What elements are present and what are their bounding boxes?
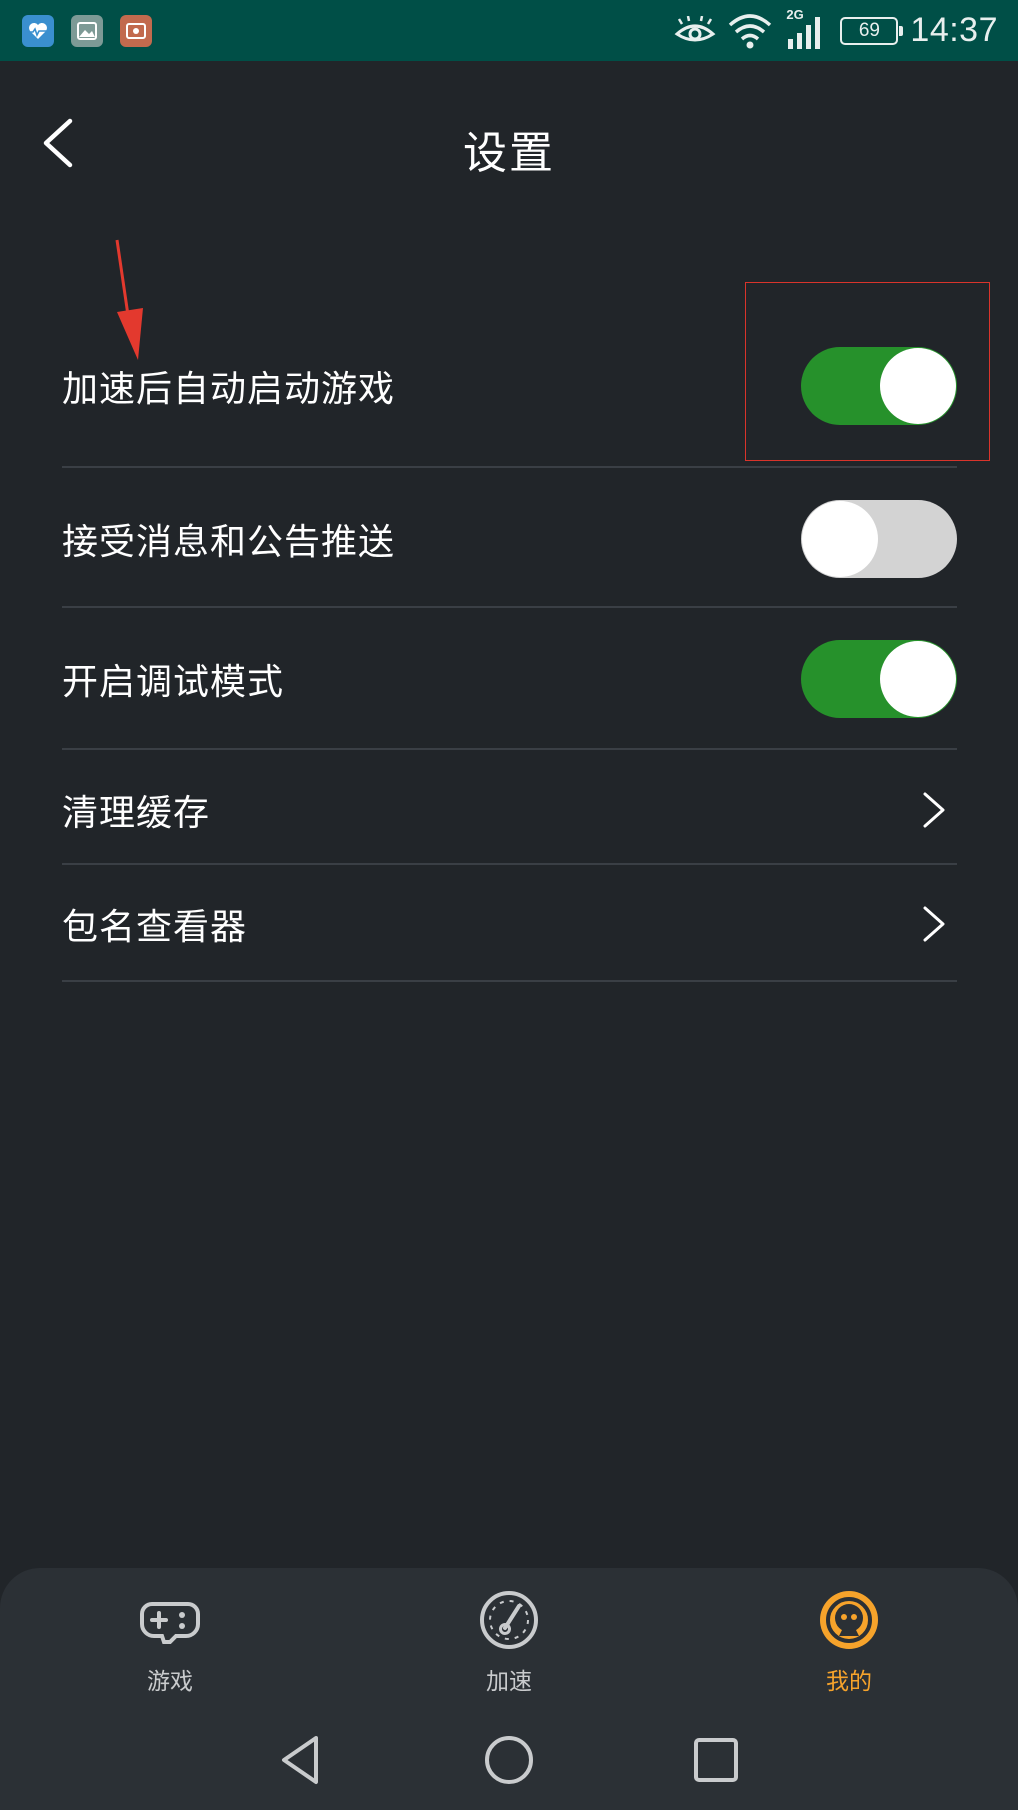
toggle-knob bbox=[880, 348, 956, 424]
tab-accelerate[interactable]: 加速 bbox=[429, 1588, 589, 1698]
gallery-app-icon bbox=[71, 14, 103, 47]
tab-label: 游戏 bbox=[147, 1669, 193, 1695]
setting-label: 加速后自动启动游戏 bbox=[62, 369, 396, 410]
speedometer-icon bbox=[480, 1591, 538, 1649]
setting-debug-mode: 开启调试模式 bbox=[62, 640, 957, 718]
setting-push-notifications: 接受消息和公告推送 bbox=[62, 500, 957, 578]
system-status: 2G 69 14:37 bbox=[674, 7, 998, 51]
battery-level: 69 bbox=[858, 19, 880, 41]
divider bbox=[62, 748, 957, 750]
auto-launch-toggle[interactable] bbox=[801, 347, 957, 425]
nav-home-icon[interactable] bbox=[481, 1732, 537, 1788]
setting-clear-cache[interactable]: 清理缓存 bbox=[62, 774, 957, 846]
toggle-knob bbox=[802, 501, 878, 577]
page-title: 设置 bbox=[463, 128, 555, 179]
wifi-icon bbox=[729, 13, 772, 48]
divider bbox=[62, 606, 957, 608]
battery-indicator: 69 bbox=[840, 16, 904, 45]
bottom-tab-bar: 游戏 加速 我的 bbox=[0, 1568, 1018, 1708]
health-app-icon bbox=[22, 14, 54, 47]
screen-recorder-icon bbox=[120, 14, 152, 47]
chevron-right-icon bbox=[923, 792, 945, 828]
divider bbox=[62, 466, 957, 468]
eye-comfort-icon bbox=[674, 15, 716, 41]
debug-mode-toggle[interactable] bbox=[801, 640, 957, 718]
tab-mine[interactable]: 我的 bbox=[769, 1588, 929, 1698]
setting-label: 开启调试模式 bbox=[62, 662, 285, 703]
setting-package-viewer[interactable]: 包名查看器 bbox=[62, 888, 957, 960]
profile-icon bbox=[820, 1591, 878, 1649]
header: 设置 bbox=[0, 61, 1018, 231]
divider bbox=[62, 863, 957, 865]
nav-recents-icon[interactable] bbox=[688, 1732, 744, 1788]
divider bbox=[62, 980, 957, 982]
cellular-signal: 2G bbox=[784, 7, 828, 51]
chevron-right-icon bbox=[923, 906, 945, 942]
setting-label: 包名查看器 bbox=[62, 907, 248, 948]
clock: 14:37 bbox=[910, 11, 998, 49]
tab-label: 我的 bbox=[826, 1669, 872, 1695]
tab-games[interactable]: 游戏 bbox=[90, 1588, 250, 1698]
system-nav-bar bbox=[0, 1708, 1018, 1810]
setting-label: 接受消息和公告推送 bbox=[62, 522, 396, 563]
signal-bars-icon bbox=[788, 16, 821, 49]
status-bar: 2G 69 14:37 bbox=[0, 0, 1018, 61]
notification-icons bbox=[22, 14, 152, 47]
toggle-knob bbox=[880, 641, 956, 717]
gamepad-icon bbox=[140, 1602, 200, 1644]
push-notifications-toggle[interactable] bbox=[801, 500, 957, 578]
setting-auto-launch-game: 加速后自动启动游戏 bbox=[62, 347, 957, 425]
tab-label: 加速 bbox=[486, 1669, 532, 1695]
nav-back-icon[interactable] bbox=[274, 1732, 330, 1788]
annotation-arrow-icon bbox=[115, 239, 143, 360]
setting-label: 清理缓存 bbox=[62, 793, 211, 834]
